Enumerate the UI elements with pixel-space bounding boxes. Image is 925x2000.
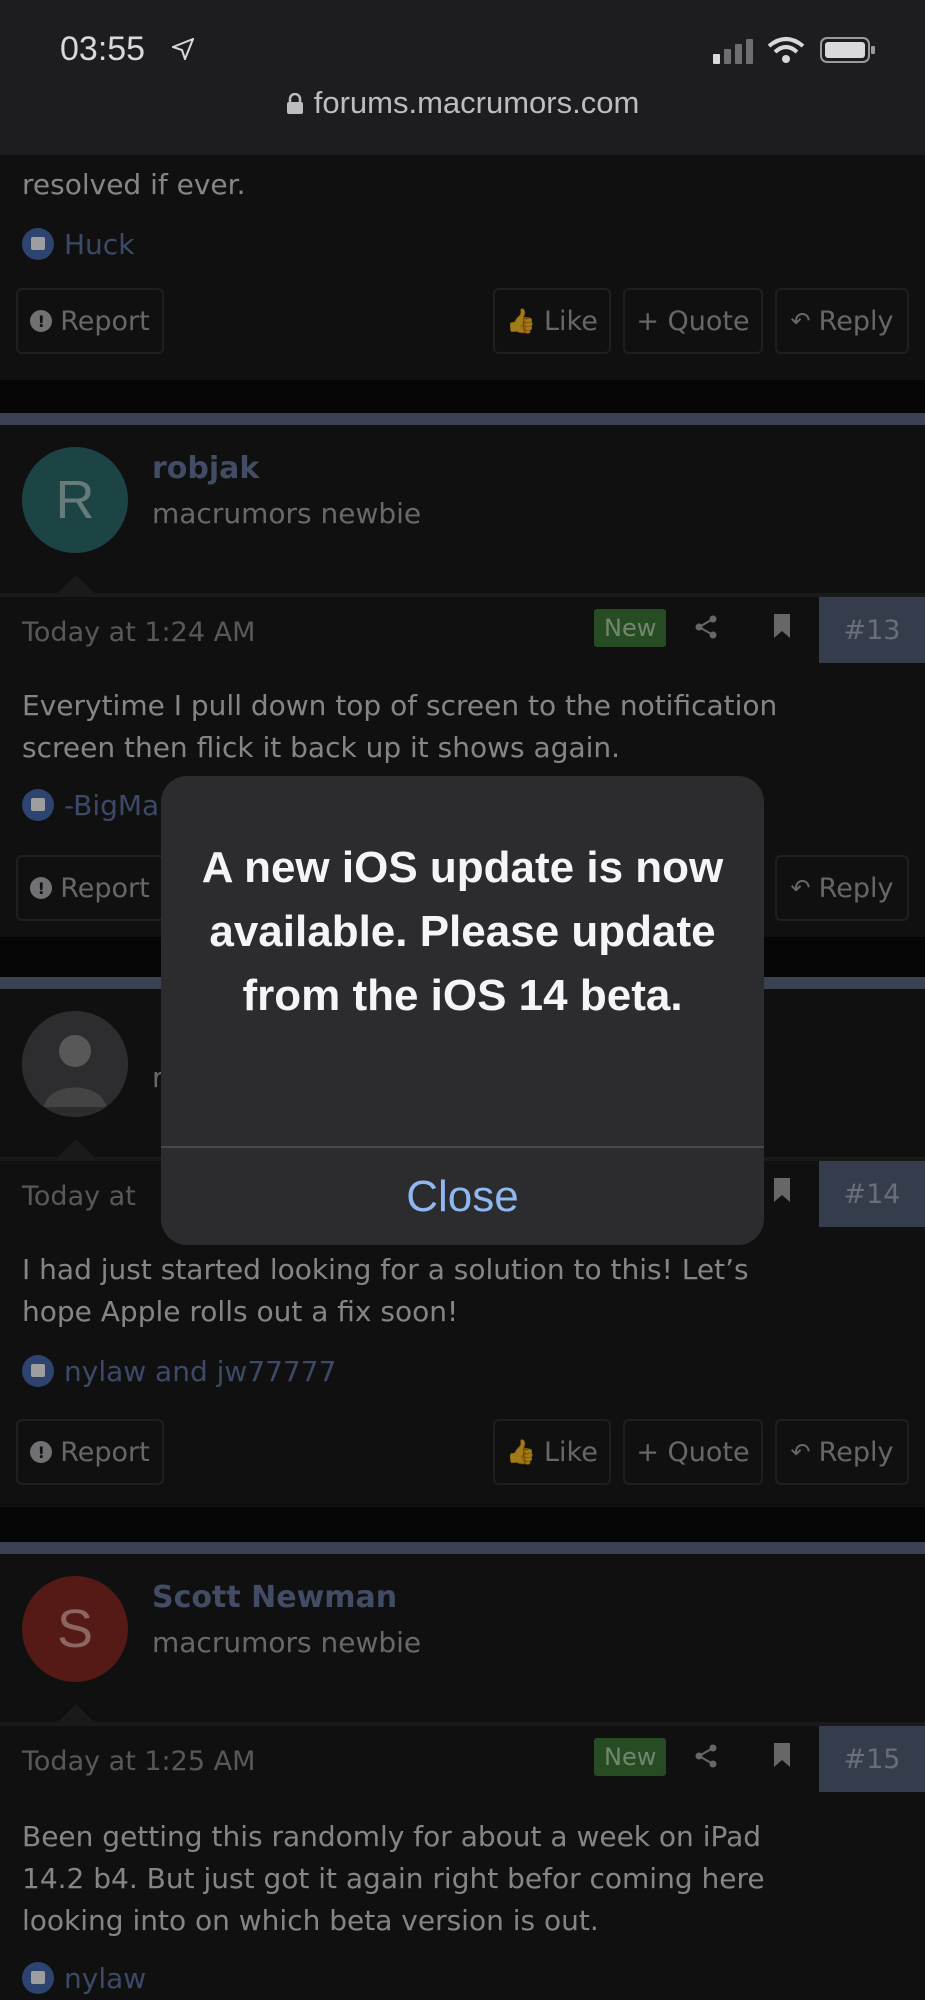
alert-message: A new iOS update is now available. Pleas… — [201, 843, 724, 1020]
url-text: forums.macrumors.com — [313, 85, 640, 120]
alert-close-button[interactable]: Close — [161, 1148, 764, 1245]
status-time: 03:55 — [60, 30, 146, 68]
lock-icon — [286, 93, 303, 114]
wifi-icon — [767, 37, 805, 63]
status-and-url-bar: 03:55 forums.macrumors.com — [0, 0, 925, 155]
location-arrow-icon — [172, 38, 194, 60]
update-alert-dialog: A new iOS update is now available. Pleas… — [161, 776, 764, 1245]
battery-icon — [820, 37, 875, 63]
url-bar[interactable]: forums.macrumors.com — [0, 85, 925, 121]
cellular-signal-icon — [713, 39, 753, 64]
